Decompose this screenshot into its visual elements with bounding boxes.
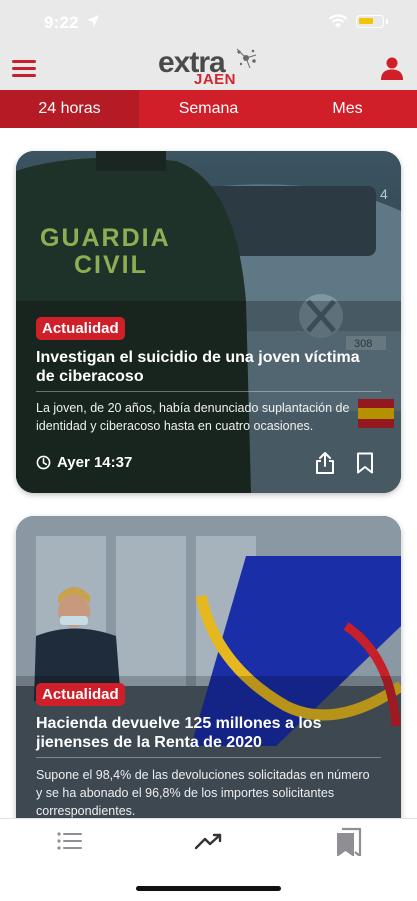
image-text-guardia: GUARDIA — [40, 224, 171, 252]
app-header: extra JAEN — [0, 46, 417, 90]
wifi-icon — [328, 14, 348, 28]
hamburger-menu-icon[interactable] — [12, 58, 36, 78]
article-time: Ayer 14:37 — [36, 452, 132, 472]
image-text-civil: CIVIL — [74, 251, 148, 279]
list-icon[interactable] — [50, 826, 90, 856]
bookmark-icon[interactable] — [356, 452, 374, 474]
card-divider — [36, 757, 381, 758]
trending-icon[interactable] — [189, 826, 229, 856]
category-badge: Actualidad — [36, 683, 125, 706]
status-time: 9:22 — [44, 13, 79, 32]
tab-24-horas[interactable]: 24 horas — [0, 90, 139, 128]
category-badge: Actualidad — [36, 317, 125, 340]
logo-sub-text: JAEN — [194, 71, 237, 88]
share-icon[interactable] — [314, 451, 336, 475]
article-description: La joven, de 20 años, había denunciado s… — [36, 401, 350, 433]
article-description: Supone el 98,4% de las devoluciones soli… — [36, 768, 370, 818]
extra-jaen-logo: extra JAEN — [158, 48, 258, 90]
period-tabs: 24 horas Semana Mes — [0, 90, 417, 128]
location-arrow-icon — [87, 15, 99, 27]
tab-mes[interactable]: Mes — [278, 90, 417, 128]
battery-tip — [386, 19, 388, 24]
clock-icon — [36, 455, 51, 469]
article-card[interactable]: Actualidad Hacienda devuelve 125 millone… — [16, 516, 401, 836]
battery-icon — [356, 15, 384, 28]
article-card[interactable]: 308 4 GUARDIA CIVIL Actualidad Investiga… — [16, 151, 401, 493]
user-icon[interactable] — [380, 56, 404, 80]
card-divider — [36, 391, 381, 392]
home-indicator — [136, 886, 281, 891]
article-title: Hacienda devuelve 125 millones a los jie… — [36, 715, 322, 751]
article-title: Investigan el suicidio de una joven víct… — [36, 349, 360, 385]
image-side-text: 4 — [380, 186, 388, 202]
bookmarks-icon[interactable] — [328, 826, 368, 856]
logo-splatter-icon — [236, 48, 257, 69]
tab-semana[interactable]: Semana — [139, 90, 278, 128]
article-time-text: Ayer 14:37 — [57, 453, 133, 471]
battery-level — [359, 18, 373, 24]
status-bar: 9:22 — [0, 0, 417, 46]
